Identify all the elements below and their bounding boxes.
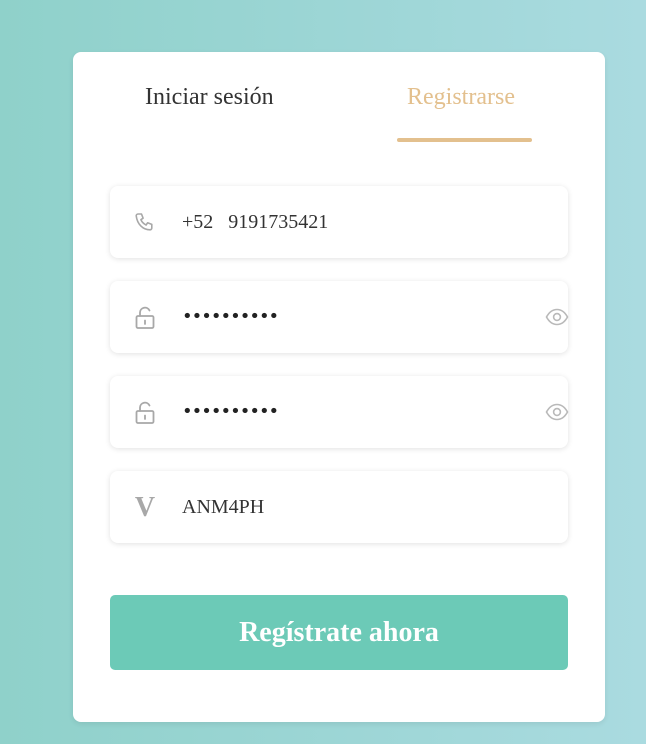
eye-icon[interactable] [544, 305, 570, 329]
tab-register[interactable]: Registrarse [407, 82, 515, 112]
eye-icon[interactable] [544, 400, 570, 424]
tab-login[interactable]: Iniciar sesión [145, 82, 274, 112]
register-submit-button[interactable]: Regístrate ahora [110, 595, 568, 670]
invite-code-field[interactable]: V ANM4PH [110, 471, 568, 543]
v-glyph: V [134, 492, 156, 523]
invite-code-input[interactable]: ANM4PH [182, 471, 264, 543]
lock-icon [132, 305, 158, 331]
confirm-password-input[interactable]: •••••••••• [182, 376, 279, 448]
lock-icon [132, 400, 158, 426]
country-code[interactable]: +52 [182, 211, 213, 233]
phone-input[interactable]: +52 9191735421 [182, 186, 328, 258]
phone-icon [132, 210, 158, 236]
register-card: Iniciar sesión Registrarse +52 919173542… [73, 52, 605, 722]
phone-field[interactable]: +52 9191735421 [110, 186, 568, 258]
v-icon: V [132, 492, 158, 523]
password-field[interactable]: •••••••••• [110, 281, 570, 353]
phone-number[interactable]: 9191735421 [228, 211, 328, 233]
active-tab-indicator [397, 138, 532, 142]
password-input[interactable]: •••••••••• [182, 281, 279, 353]
confirm-password-field[interactable]: •••••••••• [110, 376, 570, 448]
